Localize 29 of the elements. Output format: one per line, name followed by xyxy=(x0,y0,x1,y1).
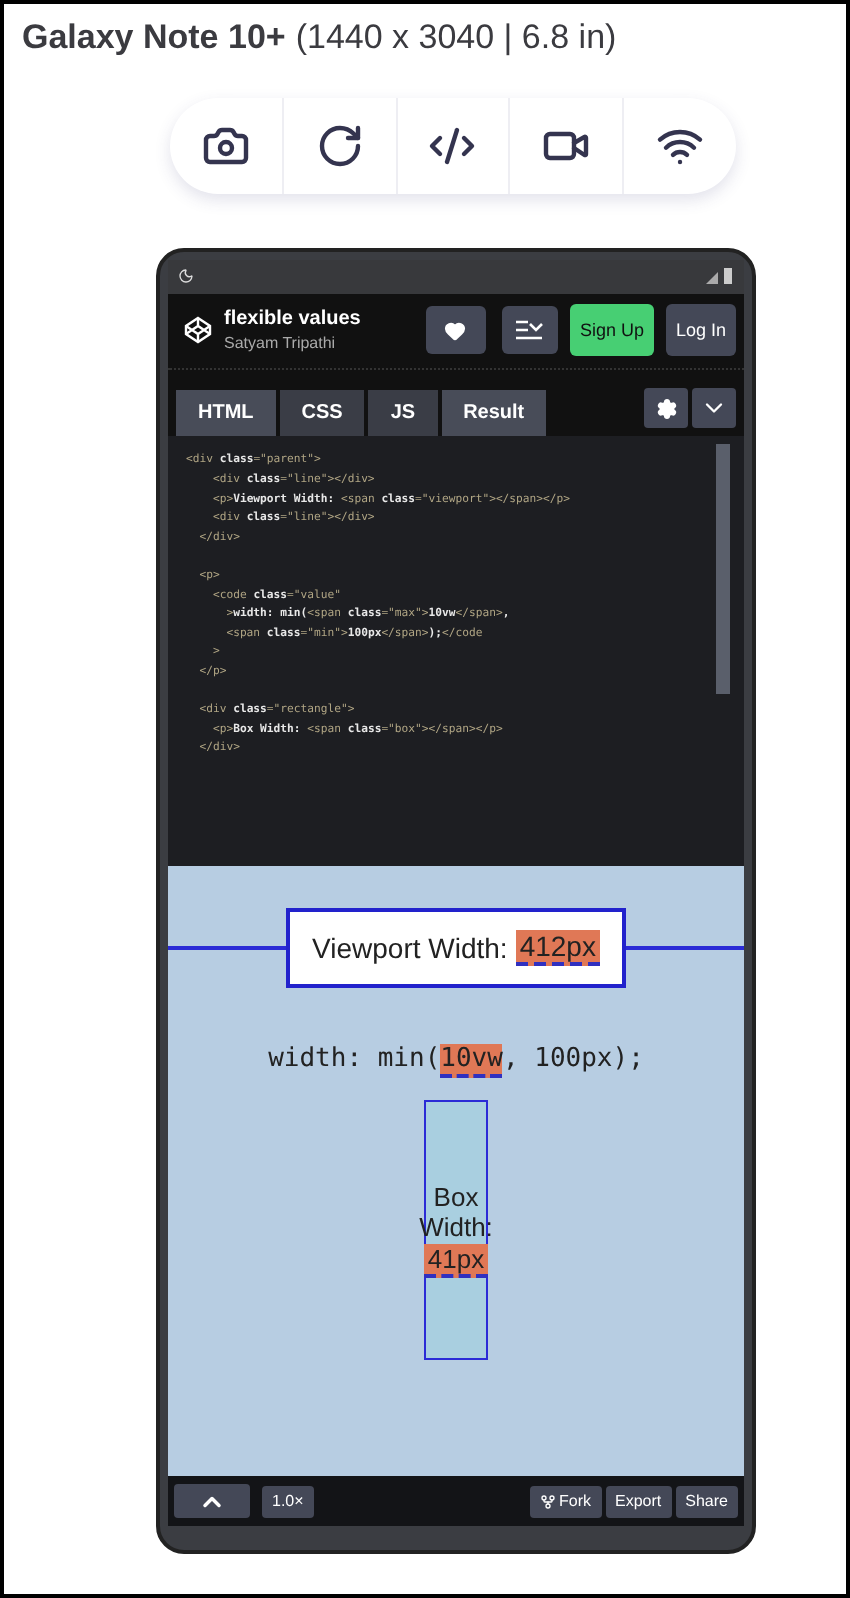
footer-button[interactable]: Share xyxy=(675,1485,738,1518)
moon-icon xyxy=(178,268,194,285)
footer-button[interactable]: Export xyxy=(605,1485,672,1518)
editor-tab[interactable]: JS xyxy=(368,390,438,437)
editor-tab[interactable]: CSS xyxy=(279,390,365,437)
author-name: Satyam Tripathi xyxy=(224,334,338,353)
fork-button[interactable]: Fork xyxy=(529,1485,602,1518)
pen-title: flexible values xyxy=(224,308,363,331)
expand-button[interactable] xyxy=(174,1484,250,1519)
like-button[interactable] xyxy=(425,306,486,355)
box-value: 41px xyxy=(423,1244,489,1279)
settings-icon xyxy=(655,397,677,420)
editor-tab[interactable]: Result xyxy=(441,390,547,437)
zoom-button[interactable]: 1.0× xyxy=(262,1485,314,1518)
chevron-button[interactable] xyxy=(692,388,736,429)
fork-icon xyxy=(539,1493,556,1510)
sign-up-button[interactable]: Sign Up xyxy=(569,304,654,357)
device-title: Galaxy Note 10+ (1440 x 3040 | 6.8 in) xyxy=(20,16,619,58)
menu-icon xyxy=(515,320,544,341)
settings-button[interactable] xyxy=(644,388,688,429)
signal-icon xyxy=(706,268,734,285)
editor-tab[interactable]: HTML xyxy=(176,390,276,437)
cube-logo-icon xyxy=(184,316,212,345)
scrollbar[interactable] xyxy=(716,444,730,695)
viewport-label: Viewport Width: xyxy=(312,932,508,965)
heart-icon xyxy=(444,319,467,342)
menu-button[interactable] xyxy=(501,306,558,355)
viewport-value: 412px xyxy=(515,930,600,967)
log-in-button[interactable]: Log In xyxy=(665,304,736,357)
